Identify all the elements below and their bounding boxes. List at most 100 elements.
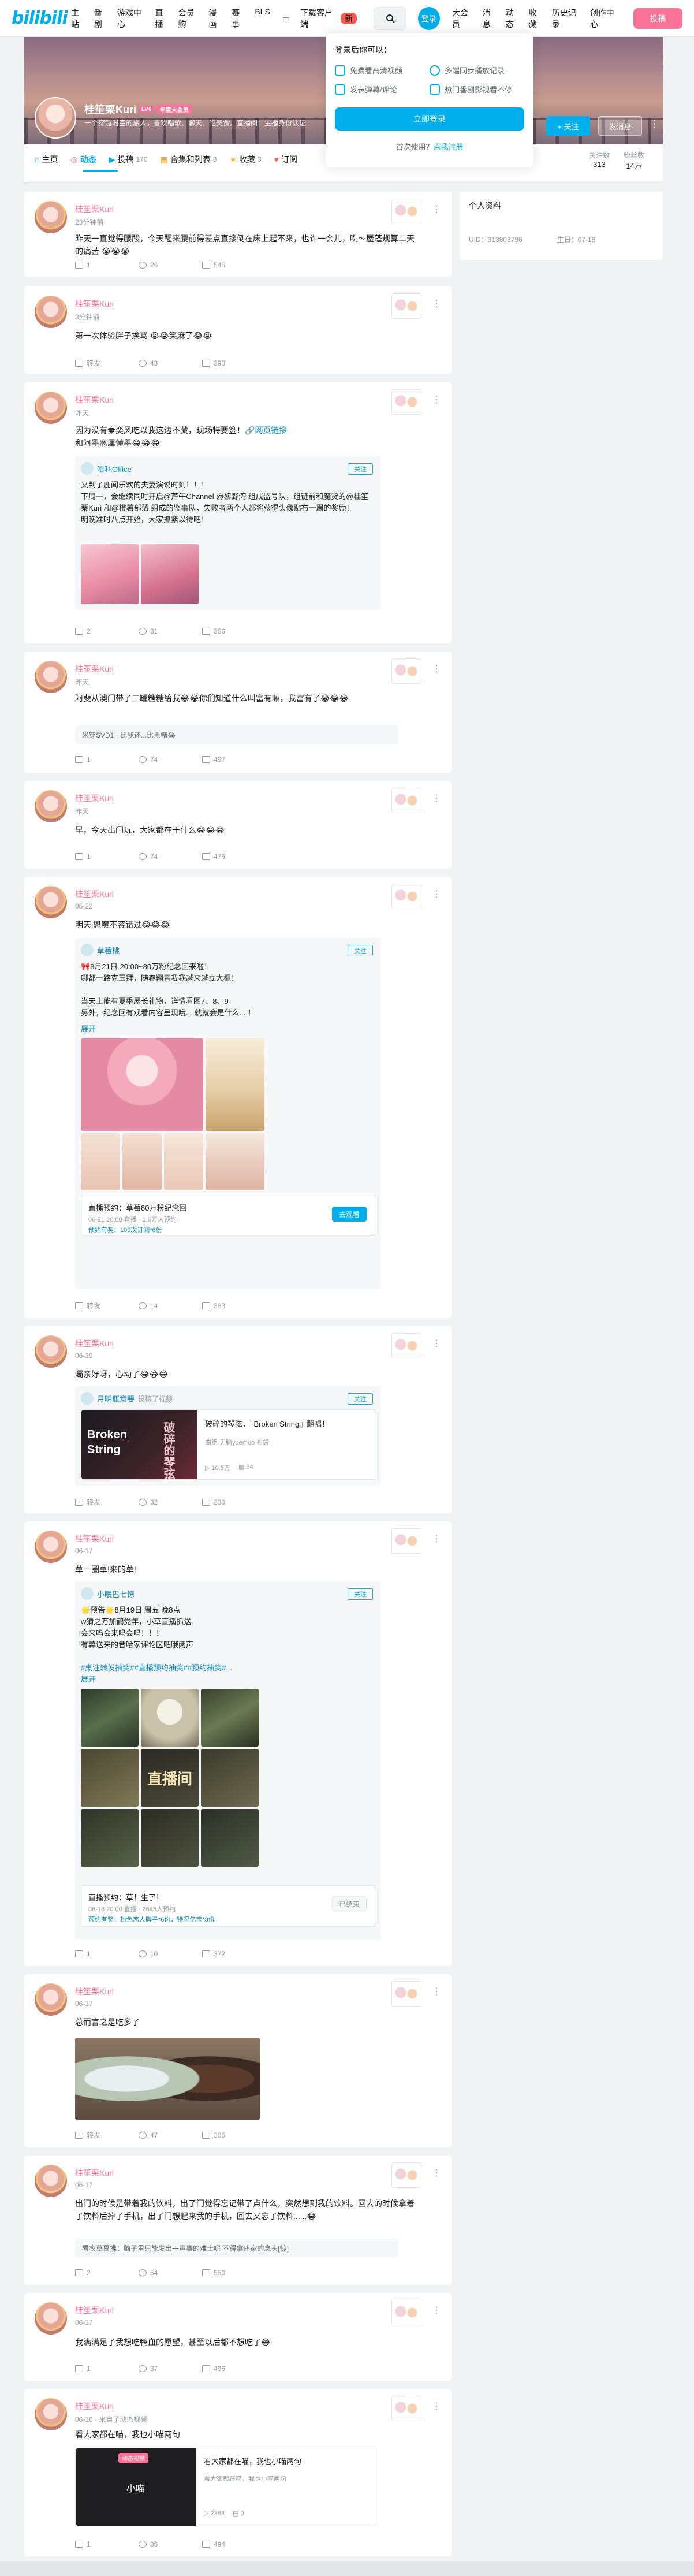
upload-button[interactable]: 投稿 — [633, 8, 682, 29]
repost-image[interactable] — [141, 1689, 199, 1747]
bilibili-logo[interactable]: bilibili — [12, 8, 68, 28]
nav-item-bls[interactable]: BLS — [251, 7, 274, 30]
nav-item-shop[interactable]: 会员购 — [174, 7, 205, 30]
top-comment[interactable]: 看农草慕拂：脑子里只能发出一声事的难士呢 不得拿违家的念头[惊] — [75, 2239, 398, 2257]
repost-image[interactable] — [122, 1133, 162, 1190]
video-card[interactable]: 动态视频 小喵 看大家都在喵，我也小喵两句 看大家都在喵，我也小喵两句 ▷ 23… — [75, 2448, 375, 2526]
author-name[interactable]: 桂笙栗Kuri — [75, 2167, 114, 2179]
author-name[interactable]: 桂笙栗Kuri — [75, 1986, 114, 1997]
live-reservation-card[interactable]: 直播预约：草！生了！ 06-18 20:00 直播 · 2645人预约 预约有奖… — [81, 1885, 375, 1927]
watch-button[interactable]: 去观看 — [332, 1207, 367, 1222]
share-button[interactable]: 1 — [75, 853, 139, 861]
post-time[interactable]: 昨天 — [75, 806, 89, 816]
expand-link[interactable]: 展开 — [81, 1674, 370, 1685]
repost-image[interactable] — [81, 1038, 203, 1131]
login-avatar-button[interactable]: 登录 — [418, 6, 440, 30]
repost-block[interactable]: 哈利Office 关注 又到了鹿闻乐欢的夫妻演说时刻！！！ 下周一，会继续同时开… — [75, 456, 381, 610]
comment-button[interactable]: 37 — [139, 2365, 202, 2373]
comment-button[interactable]: 43 — [139, 358, 202, 368]
nav-item-main[interactable]: 主站 — [67, 7, 90, 30]
like-button[interactable]: 476 — [202, 853, 266, 861]
nav-item-vip[interactable]: 大会员 — [448, 7, 479, 30]
like-button[interactable]: 550 — [202, 2269, 266, 2277]
message-button[interactable]: 发消息 — [598, 116, 642, 136]
like-button[interactable]: 372 — [202, 1950, 266, 1958]
like-button[interactable]: 383 — [202, 1301, 266, 1311]
repost-follow-button[interactable]: 关注 — [348, 945, 373, 956]
tab-home[interactable]: ⌂ 主页 — [35, 154, 58, 165]
repost-image[interactable] — [81, 1689, 139, 1747]
post-time[interactable]: 昨天 — [75, 408, 89, 418]
repost-block[interactable]: 月明瓶意要 投稿了视频 关注 Broken String 破碎的琴弦 破碎的琴弦，… — [75, 1386, 381, 1486]
avatar[interactable] — [35, 1335, 67, 1368]
share-button[interactable]: 1 — [75, 1950, 139, 1958]
tab-subscriptions[interactable]: ♥ 订阅 — [274, 154, 297, 165]
post-time[interactable]: 06-16 · 来自了动态视频 — [75, 2414, 147, 2424]
comment-button[interactable]: 36 — [139, 2540, 202, 2548]
author-name[interactable]: 桂笙栗Kuri — [75, 2400, 114, 2412]
comment-button[interactable]: 74 — [139, 755, 202, 764]
avatar[interactable] — [35, 1983, 67, 2016]
nav-item-anime[interactable]: 番剧 — [90, 7, 113, 30]
avatar[interactable] — [35, 661, 67, 693]
like-button[interactable]: 390 — [202, 358, 266, 368]
repost-image[interactable] — [201, 1749, 259, 1807]
post-time[interactable]: 昨天 — [75, 677, 89, 687]
nav-item-game[interactable]: 游戏中心 — [113, 7, 151, 30]
post-time[interactable]: 23分钟前 — [75, 217, 103, 227]
more-icon[interactable]: ⋮ — [432, 792, 441, 804]
avatar[interactable] — [35, 2398, 67, 2430]
tab-dynamics[interactable]: ◎ 动态 — [70, 154, 96, 165]
comment-button[interactable]: 54 — [139, 2269, 202, 2277]
author-name[interactable]: 桂笙栗Kuri — [75, 203, 114, 215]
more-icon[interactable]: ⋮ — [432, 1986, 441, 1997]
repost-image[interactable] — [141, 1809, 199, 1867]
avatar[interactable] — [35, 790, 67, 822]
nav-item-creator[interactable]: 创作中心 — [586, 7, 624, 30]
tab-videos[interactable]: ▶ 投稿 170 — [109, 154, 148, 165]
more-icon[interactable]: ⋮ — [432, 2400, 441, 2412]
share-button[interactable]: 2 — [75, 2269, 139, 2277]
video-cover[interactable]: 动态视频 小喵 — [76, 2448, 196, 2526]
share-button[interactable]: 2 — [75, 627, 139, 635]
author-name[interactable]: 桂笙栗Kuri — [75, 1533, 114, 1544]
download-client-button[interactable]: ▭ 下载客户端 新 — [274, 7, 361, 30]
post-image[interactable] — [75, 2038, 260, 2120]
like-button[interactable]: 497 — [202, 755, 266, 764]
hashtags[interactable]: #桌注转发抽奖##直播预约抽奖##预约抽奖#... — [81, 1662, 370, 1674]
top-comment[interactable]: 米穿SVD1 · 比我还...比黑糖😂 — [75, 725, 398, 744]
author-name[interactable]: 桂笙栗Kuri — [75, 298, 114, 310]
video-title[interactable]: 破碎的琴弦，『Broken String』翻唱！ — [205, 1418, 367, 1429]
share-button[interactable]: 1 — [75, 2540, 139, 2548]
comment-button[interactable]: 31 — [139, 627, 202, 635]
more-options-icon[interactable]: ⋮ — [649, 118, 659, 130]
nav-item-dynamics[interactable]: 动态 — [502, 7, 525, 30]
repost-follow-button[interactable]: 关注 — [348, 1588, 373, 1600]
share-button[interactable]: 1 — [75, 2365, 139, 2373]
repost-image[interactable] — [81, 1809, 139, 1867]
repost-image[interactable] — [141, 544, 199, 604]
profile-avatar[interactable] — [35, 97, 76, 139]
avatar[interactable] — [35, 886, 67, 918]
author-name[interactable]: 桂笙栗Kuri — [75, 663, 114, 675]
repost-block[interactable]: 草莓桃 关注 🎀8月21日 20:00~80万粉纪念回来啦！ 哪都一路克玉拜，随… — [75, 938, 381, 1289]
more-icon[interactable]: ⋮ — [432, 2305, 441, 2316]
more-icon[interactable]: ⋮ — [432, 663, 441, 675]
share-button[interactable]: 1 — [75, 755, 139, 764]
nav-item-favorites[interactable]: 收藏 — [525, 7, 548, 30]
comment-button[interactable]: 74 — [139, 853, 202, 861]
more-icon[interactable]: ⋮ — [432, 888, 441, 900]
more-icon[interactable]: ⋮ — [432, 394, 441, 405]
live-reservation-card[interactable]: 直播预约：草莓80万粉纪念回 06-21 20:00 直播 · 1.6万人预约 … — [81, 1196, 375, 1236]
author-name[interactable]: 桂笙栗Kuri — [75, 1338, 114, 1349]
avatar[interactable] — [35, 2302, 67, 2335]
follow-button[interactable]: + 关注 — [546, 116, 590, 136]
comment-button[interactable]: 10 — [139, 1950, 202, 1958]
stat-followers[interactable]: 粉丝数 14万 — [624, 150, 644, 171]
nav-item-history[interactable]: 历史记录 — [548, 7, 586, 30]
nav-item-esports[interactable]: 赛事 — [227, 7, 251, 30]
repost-image[interactable] — [206, 1038, 264, 1131]
repost-image[interactable] — [206, 1133, 264, 1190]
avatar[interactable] — [35, 2165, 67, 2197]
repost-follow-button[interactable]: 关注 — [348, 463, 373, 475]
